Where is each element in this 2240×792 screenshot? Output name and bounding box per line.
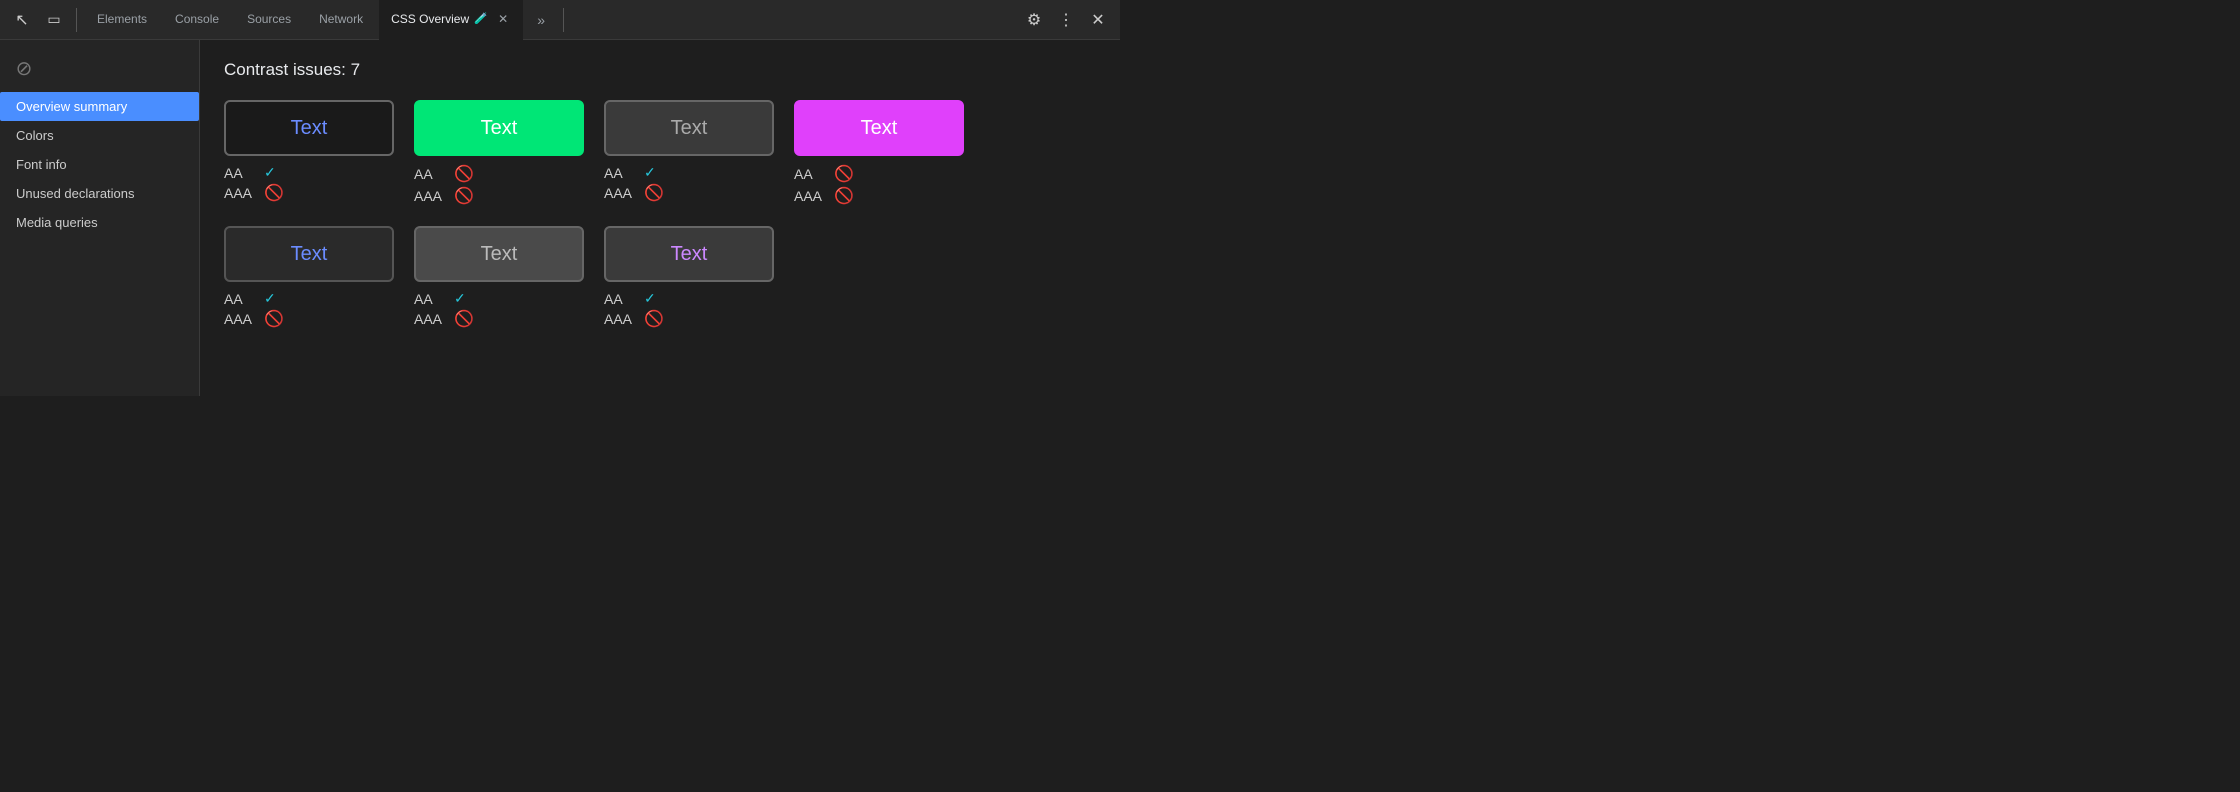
- check-aa-1: AA ✓: [224, 164, 394, 181]
- check-pass-icon: ✓: [454, 290, 466, 307]
- check-pass-icon: ✓: [264, 290, 276, 307]
- contrast-box-5: Text: [224, 226, 394, 282]
- check-aaa-5: AAA 🚫: [224, 309, 394, 329]
- no-issues-icon[interactable]: ⊘: [8, 52, 40, 84]
- devtools-close-button[interactable]: ✕: [1084, 6, 1112, 34]
- check-aaa-7: AAA 🚫: [604, 309, 774, 329]
- toolbar-right: ⚙ ⋮ ✕: [1020, 6, 1112, 34]
- contrast-checks-6: AA ✓ AAA 🚫: [414, 290, 584, 329]
- contrast-checks-2: AA 🚫 AAA 🚫: [414, 164, 584, 206]
- cursor-button[interactable]: ↖: [8, 6, 36, 34]
- check-aa-2: AA 🚫: [414, 164, 584, 184]
- content-area: Contrast issues: 7 Text AA ✓ AAA 🚫: [200, 40, 1120, 396]
- tab-network[interactable]: Network: [307, 0, 375, 40]
- contrast-item-6[interactable]: Text AA ✓ AAA 🚫: [414, 226, 584, 329]
- sidebar-item-colors[interactable]: Colors: [0, 121, 199, 150]
- contrast-item-2[interactable]: Text AA 🚫 AAA 🚫: [414, 100, 584, 206]
- cursor-icon: ↖: [15, 10, 28, 30]
- device-icon: ▭: [47, 11, 60, 28]
- contrast-checks-1: AA ✓ AAA 🚫: [224, 164, 394, 203]
- main-layout: ⊘ Overview summary Colors Font info Unus…: [0, 40, 1120, 396]
- sidebar-item-unused-declarations[interactable]: Unused declarations: [0, 179, 199, 208]
- tab-close-button[interactable]: ✕: [495, 11, 511, 27]
- check-aa-3: AA ✓: [604, 164, 774, 181]
- toolbar-divider-2: [563, 8, 564, 32]
- check-pass-icon: ✓: [644, 290, 656, 307]
- check-fail-icon: 🚫: [644, 309, 664, 329]
- contrast-item-4[interactable]: Text AA 🚫 AAA 🚫: [794, 100, 964, 206]
- contrast-item-5[interactable]: Text AA ✓ AAA 🚫: [224, 226, 394, 329]
- check-fail-icon: 🚫: [454, 309, 474, 329]
- sidebar-item-font-info[interactable]: Font info: [0, 150, 199, 179]
- check-pass-icon: ✓: [644, 164, 656, 181]
- close-icon: ✕: [1091, 10, 1104, 30]
- tab-css-overview[interactable]: CSS Overview 🧪 ✕: [379, 0, 523, 40]
- check-fail-icon: 🚫: [834, 164, 854, 184]
- check-fail-icon: 🚫: [264, 309, 284, 329]
- contrast-grid-row2: Text AA ✓ AAA 🚫 Text: [224, 226, 1096, 329]
- contrast-checks-7: AA ✓ AAA 🚫: [604, 290, 774, 329]
- css-overview-beaker-icon: 🧪: [473, 11, 489, 27]
- contrast-box-1: Text: [224, 100, 394, 156]
- check-fail-icon: 🚫: [264, 183, 284, 203]
- sidebar: ⊘ Overview summary Colors Font info Unus…: [0, 40, 200, 396]
- chevron-right-icon: »: [537, 12, 545, 28]
- contrast-item-3[interactable]: Text AA ✓ AAA 🚫: [604, 100, 774, 206]
- check-aa-7: AA ✓: [604, 290, 774, 307]
- check-aa-6: AA ✓: [414, 290, 584, 307]
- check-aa-4: AA 🚫: [794, 164, 964, 184]
- check-aaa-6: AAA 🚫: [414, 309, 584, 329]
- contrast-item-7[interactable]: Text AA ✓ AAA 🚫: [604, 226, 774, 329]
- contrast-grid-row1: Text AA ✓ AAA 🚫 Text: [224, 100, 1096, 206]
- tab-elements[interactable]: Elements: [85, 0, 159, 40]
- check-aaa-1: AAA 🚫: [224, 183, 394, 203]
- check-aaa-3: AAA 🚫: [604, 183, 774, 203]
- device-toggle-button[interactable]: ▭: [40, 6, 68, 34]
- check-fail-icon: 🚫: [454, 186, 474, 206]
- contrast-checks-5: AA ✓ AAA 🚫: [224, 290, 394, 329]
- toolbar-divider-1: [76, 8, 77, 32]
- contrast-box-2: Text: [414, 100, 584, 156]
- more-icon: ⋮: [1058, 10, 1074, 30]
- contrast-box-4: Text: [794, 100, 964, 156]
- toolbar: ↖ ▭ Elements Console Sources Network CSS…: [0, 0, 1120, 40]
- sidebar-item-overview-summary[interactable]: Overview summary: [0, 92, 199, 121]
- check-aaa-2: AAA 🚫: [414, 186, 584, 206]
- more-options-button[interactable]: ⋮: [1052, 6, 1080, 34]
- settings-button[interactable]: ⚙: [1020, 6, 1048, 34]
- gear-icon: ⚙: [1027, 10, 1041, 30]
- more-tabs-button[interactable]: »: [527, 6, 555, 34]
- contrast-title: Contrast issues: 7: [224, 60, 1096, 80]
- check-aaa-4: AAA 🚫: [794, 186, 964, 206]
- contrast-checks-4: AA 🚫 AAA 🚫: [794, 164, 964, 206]
- contrast-box-6: Text: [414, 226, 584, 282]
- check-fail-icon: 🚫: [834, 186, 854, 206]
- contrast-item-1[interactable]: Text AA ✓ AAA 🚫: [224, 100, 394, 206]
- sidebar-item-media-queries[interactable]: Media queries: [0, 208, 199, 237]
- contrast-box-7: Text: [604, 226, 774, 282]
- check-pass-icon: ✓: [264, 164, 276, 181]
- check-fail-icon: 🚫: [644, 183, 664, 203]
- contrast-box-3: Text: [604, 100, 774, 156]
- tab-sources[interactable]: Sources: [235, 0, 303, 40]
- check-fail-icon: 🚫: [454, 164, 474, 184]
- tab-console[interactable]: Console: [163, 0, 231, 40]
- contrast-checks-3: AA ✓ AAA 🚫: [604, 164, 774, 203]
- check-aa-5: AA ✓: [224, 290, 394, 307]
